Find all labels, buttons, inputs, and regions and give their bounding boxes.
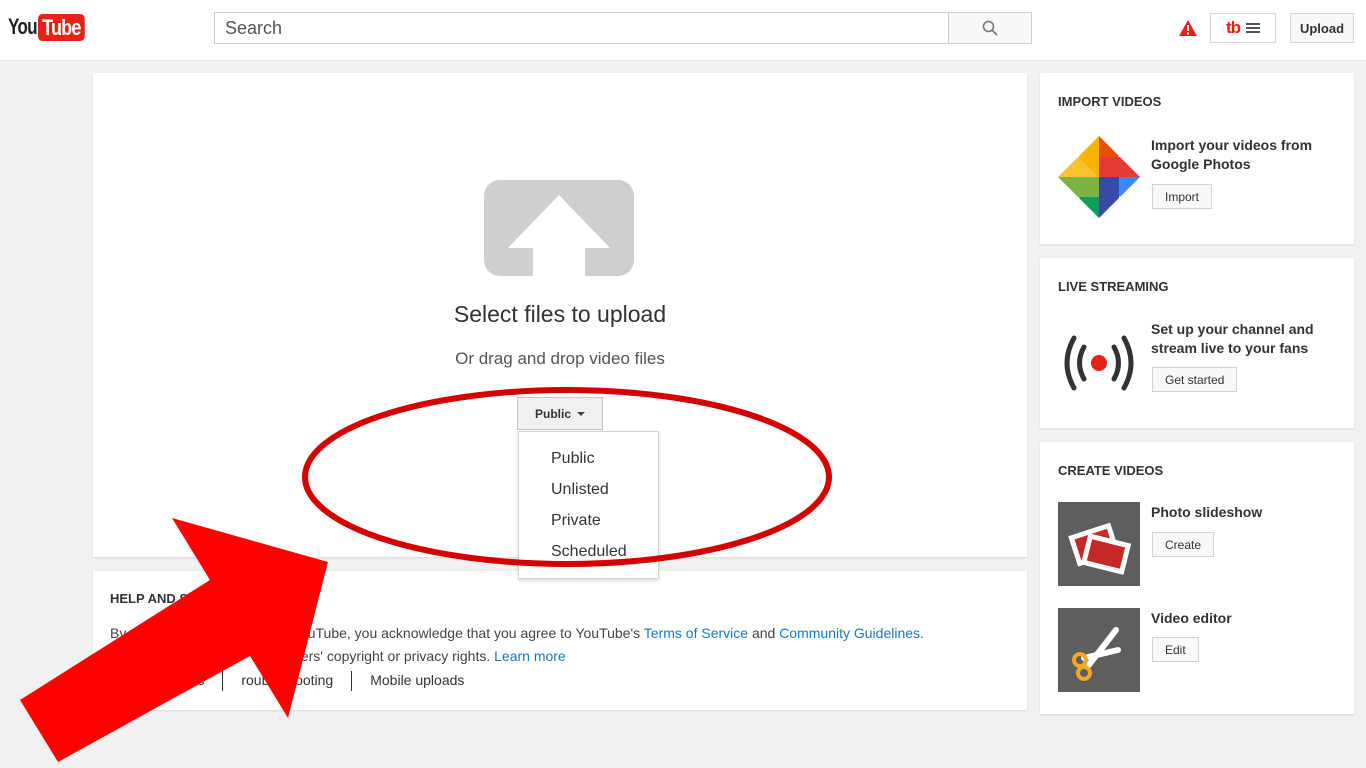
help-text-and: and <box>751 625 776 641</box>
link-divider <box>351 671 353 691</box>
select-files-title[interactable]: Select files to upload <box>93 301 1027 328</box>
help-text-c-prefix: to <box>255 648 268 664</box>
help-text-a: By <box>110 625 127 641</box>
account-label: tb <box>1225 18 1241 37</box>
drag-drop-hint: Or drag and drop video files <box>455 349 665 368</box>
learn-more-link[interactable]: Learn more <box>494 648 566 664</box>
warning-triangle-icon[interactable] <box>1179 20 1197 36</box>
terms-of-service-link[interactable]: Terms of Service <box>644 625 748 641</box>
search-bar <box>214 12 1032 46</box>
youtube-logo[interactable]: You Tube <box>8 13 95 41</box>
photo-slideshow-label: Photo slideshow <box>1151 504 1263 520</box>
privacy-options-menu: Public Unlisted Private Scheduled <box>518 431 659 579</box>
instructions-link[interactable]: uctions <box>160 672 204 692</box>
import-button[interactable]: Import <box>1152 184 1213 209</box>
get-started-button[interactable]: Get started <box>1152 367 1238 392</box>
top-header: You Tube tb Upload <box>0 0 1366 61</box>
help-text-b: YouTube, you acknowledge that you agree … <box>291 625 641 641</box>
search-button[interactable] <box>948 12 1032 44</box>
upload-arrow-icon[interactable] <box>484 180 634 276</box>
privacy-option-unlisted[interactable]: Unlisted <box>519 474 658 505</box>
help-links: uctions roubleshooting Mobile uploads <box>110 671 464 692</box>
help-text: By YouTube, you acknowledge that you agr… <box>110 622 1010 668</box>
hamburger-menu-icon <box>1246 23 1261 33</box>
logo-tube-text: Tube <box>38 13 85 41</box>
help-card: HELP AND S By YouTube, you acknowledge t… <box>93 571 1027 710</box>
upload-button[interactable]: Upload <box>1290 13 1354 43</box>
privacy-option-public[interactable]: Public <box>519 443 658 474</box>
live-streaming-card: LIVE STREAMING Set up your channel and s… <box>1040 258 1354 428</box>
photo-slideshow-icon <box>1068 522 1132 575</box>
import-videos-card: IMPORT VIDEOS Import your videos from Go… <box>1040 73 1354 244</box>
live-streaming-description: Set up your channel and stream live to y… <box>1151 321 1314 356</box>
account-menu-button[interactable]: tb <box>1210 13 1276 43</box>
community-guidelines-link[interactable]: Community Guidelines. <box>779 625 924 641</box>
privacy-dropdown[interactable]: Public <box>517 397 603 430</box>
chevron-down-icon <box>577 411 585 416</box>
video-editor-label: Video editor <box>1151 610 1232 626</box>
edit-button[interactable]: Edit <box>1152 637 1199 662</box>
create-button[interactable]: Create <box>1152 532 1215 557</box>
mobile-uploads-link[interactable]: Mobile uploads <box>370 672 464 692</box>
privacy-option-scheduled[interactable]: Scheduled <box>519 536 658 567</box>
import-videos-title: IMPORT VIDEOS <box>1058 94 1162 109</box>
create-videos-card: CREATE VIDEOS Photo slideshow Create Vid… <box>1040 442 1354 714</box>
search-icon <box>982 20 998 36</box>
live-broadcast-icon <box>1064 335 1134 391</box>
troubleshooting-link[interactable]: roubleshooting <box>241 672 333 692</box>
photo-slideshow-thumbnail[interactable] <box>1058 502 1140 586</box>
import-videos-description: Import your videos from Google Photos <box>1151 137 1313 172</box>
video-editor-thumbnail[interactable] <box>1058 608 1140 692</box>
help-title: HELP AND S <box>110 591 189 606</box>
scissors-icon <box>1072 627 1121 681</box>
help-text-c: others' copyright or privacy rights. <box>281 648 491 664</box>
privacy-option-private[interactable]: Private <box>519 505 658 536</box>
create-videos-title: CREATE VIDEOS <box>1058 463 1164 478</box>
search-input[interactable] <box>214 12 948 44</box>
google-photos-pinwheel-icon <box>1058 136 1140 218</box>
logo-you-text: You <box>8 14 38 39</box>
privacy-selected-value: Public <box>534 406 571 421</box>
link-divider <box>222 671 224 691</box>
live-streaming-title: LIVE STREAMING <box>1058 279 1169 294</box>
